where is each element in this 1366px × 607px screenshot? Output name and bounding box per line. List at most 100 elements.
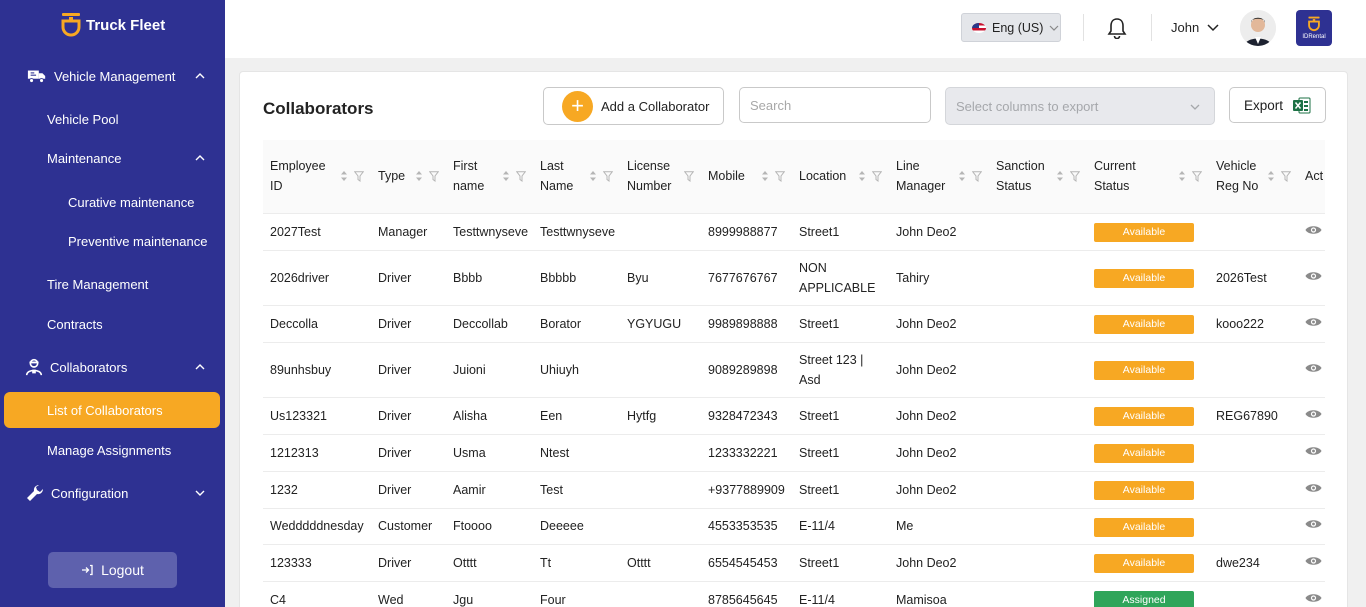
cell-status: Available xyxy=(1087,397,1209,435)
table-row[interactable]: 1232 Driver Aamir Test +9377889909 Street1 Joh… xyxy=(263,471,1325,509)
eye-icon[interactable] xyxy=(1305,555,1322,567)
eye-icon[interactable] xyxy=(1305,518,1322,530)
cell-first: Aamir xyxy=(446,471,533,509)
sort-icon[interactable] xyxy=(1178,169,1186,183)
nav-list-of-collaborators[interactable]: List of Collaborators xyxy=(4,392,220,428)
table-row[interactable]: 2027Test Manager Testtwnyseve Testtwnyseve 8… xyxy=(263,213,1325,251)
eye-icon[interactable] xyxy=(1305,482,1322,494)
nav-vehicle-pool[interactable]: Vehicle Pool xyxy=(0,109,225,129)
truck-icon xyxy=(27,70,46,84)
table-row[interactable]: 2026driver Driver Bbbb Bbbbb Byu 7677676767 NO… xyxy=(263,250,1325,306)
filter-icon[interactable] xyxy=(516,170,526,182)
app-badge[interactable]: IDRental xyxy=(1296,10,1332,46)
eye-icon[interactable] xyxy=(1305,270,1322,282)
eye-icon[interactable] xyxy=(1305,445,1322,457)
table-row[interactable]: 123333 Driver Otttt Tt Otttt 6554545453 Street… xyxy=(263,544,1325,582)
column-header[interactable]: Vehicle Reg No xyxy=(1209,140,1298,214)
sort-icon[interactable] xyxy=(1056,169,1064,183)
eye-icon[interactable] xyxy=(1305,224,1322,236)
column-header[interactable]: First name xyxy=(446,140,533,214)
filter-icon[interactable] xyxy=(775,170,785,182)
cell-first: Otttt xyxy=(446,544,533,582)
filter-icon[interactable] xyxy=(684,170,694,182)
column-header[interactable]: Current Status xyxy=(1087,140,1209,214)
filter-icon[interactable] xyxy=(872,170,882,182)
cell-first: Ftoooo xyxy=(446,508,533,545)
column-header[interactable]: Employee ID xyxy=(263,140,371,214)
cell-location: Street 123 | Asd xyxy=(792,342,889,398)
language-selector[interactable]: Eng (US) xyxy=(961,13,1061,42)
sort-icon[interactable] xyxy=(340,169,348,183)
table-row[interactable]: 89unhsbuy Driver Juioni Uhiuyh 9089289898 Str… xyxy=(263,342,1325,398)
column-header[interactable]: Line Manager xyxy=(889,140,989,214)
search-input[interactable] xyxy=(739,87,931,123)
cell-action xyxy=(1298,213,1325,251)
sort-icon[interactable] xyxy=(858,169,866,183)
filter-icon[interactable] xyxy=(603,170,613,182)
column-header[interactable]: Last Name xyxy=(533,140,620,214)
chevron-down-icon xyxy=(1190,104,1200,110)
filter-icon[interactable] xyxy=(1281,170,1291,182)
nav-vehicle-management[interactable]: Vehicle Management xyxy=(0,66,225,86)
add-collaborator-button[interactable]: + Add a Collaborator xyxy=(543,87,724,125)
nav-manage-assignments[interactable]: Manage Assignments xyxy=(0,440,225,460)
nav-configuration[interactable]: Configuration xyxy=(0,482,225,504)
avatar[interactable] xyxy=(1240,10,1276,46)
cell-id: 89unhsbuy xyxy=(263,342,371,398)
cell-last: Ntest xyxy=(533,434,620,472)
cell-location: NON APPLICABLE xyxy=(792,250,889,306)
cell-sanction xyxy=(989,342,1087,398)
collaborators-table-container: Employee ID Type First name Last Name Licens… xyxy=(263,140,1325,607)
nav-maintenance-label: Maintenance xyxy=(47,150,122,166)
status-badge: Available xyxy=(1094,554,1194,573)
column-header[interactable]: Mobile xyxy=(701,140,792,214)
nav-maintenance[interactable]: Maintenance xyxy=(0,148,225,168)
nav-tire-management[interactable]: Tire Management xyxy=(0,274,225,294)
eye-icon[interactable] xyxy=(1305,316,1322,328)
nav-curative-maintenance[interactable]: Curative maintenance xyxy=(0,192,225,212)
brand[interactable]: Truck Fleet xyxy=(60,12,165,38)
eye-icon[interactable] xyxy=(1305,408,1322,420)
sort-icon[interactable] xyxy=(1267,169,1275,183)
sort-icon[interactable] xyxy=(958,169,966,183)
column-header[interactable]: Act xyxy=(1298,140,1325,214)
filter-icon[interactable] xyxy=(1192,170,1202,182)
sort-icon[interactable] xyxy=(761,169,769,183)
filter-icon[interactable] xyxy=(354,170,364,182)
sort-icon[interactable] xyxy=(589,169,597,183)
cell-license xyxy=(620,508,701,545)
column-header[interactable]: Type xyxy=(371,140,446,214)
filter-icon[interactable] xyxy=(429,170,439,182)
cell-id: Deccolla xyxy=(263,305,371,343)
table-row[interactable]: Deccolla Driver Deccollab Borator YGYUGU 9989… xyxy=(263,305,1325,343)
column-header[interactable]: Sanction Status xyxy=(989,140,1087,214)
cell-license: Otttt xyxy=(620,544,701,582)
table-row[interactable]: Wedddddnesday Customer Ftoooo Deeeee 4553353… xyxy=(263,508,1325,545)
cell-license xyxy=(620,434,701,472)
nav-collaborators[interactable]: Collaborators xyxy=(0,356,225,378)
nav-preventive-maintenance[interactable]: Preventive maintenance xyxy=(0,231,225,251)
eye-icon[interactable] xyxy=(1305,362,1322,374)
table-row[interactable]: C4 Wed Jgu Four 8785645645 E-11/4 Mamisoa Assig… xyxy=(263,581,1325,607)
logout-button[interactable]: Logout xyxy=(48,552,177,588)
chevron-down-icon xyxy=(1049,25,1059,31)
table-row[interactable]: Us123321 Driver Alisha Een Hytfg 9328472343 St… xyxy=(263,397,1325,435)
export-columns-select[interactable]: Select columns to export xyxy=(945,87,1215,125)
sort-icon[interactable] xyxy=(415,169,423,183)
nav-configuration-label: Configuration xyxy=(51,485,129,501)
nav-contracts[interactable]: Contracts xyxy=(0,314,225,334)
app-badge-label: IDRental xyxy=(1302,34,1326,40)
export-button[interactable]: Export xyxy=(1229,87,1326,123)
notification-bell-icon[interactable] xyxy=(1107,17,1127,39)
cell-last: Een xyxy=(533,397,620,435)
table-row[interactable]: 1212313 Driver Usma Ntest 1233332221 Street1 J… xyxy=(263,434,1325,472)
cell-action xyxy=(1298,581,1325,607)
filter-icon[interactable] xyxy=(972,170,982,182)
column-header-label: First name xyxy=(453,159,485,194)
eye-icon[interactable] xyxy=(1305,592,1322,604)
user-menu[interactable]: John xyxy=(1171,20,1219,35)
column-header[interactable]: Location xyxy=(792,140,889,214)
column-header[interactable]: License Number xyxy=(620,140,701,214)
filter-icon[interactable] xyxy=(1070,170,1080,182)
sort-icon[interactable] xyxy=(502,169,510,183)
